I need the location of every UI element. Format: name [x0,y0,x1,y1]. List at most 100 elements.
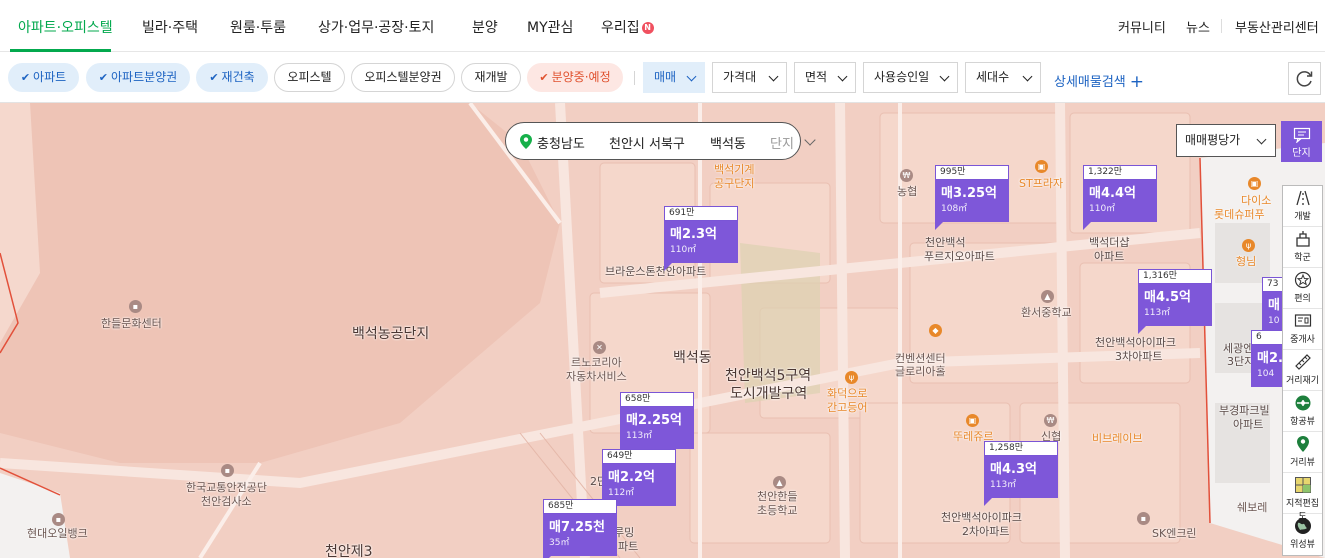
nav-community[interactable]: 커뮤니티 [1118,17,1166,36]
dropdown-label: 매매 [654,70,677,84]
location-selector[interactable]: 충청남도 천안시 서북구 백석동 단지 [505,122,816,160]
location-complex[interactable]: 단지 [770,133,794,152]
nav-oneroom-tworoom[interactable]: 원룸·투룸 [230,17,286,37]
marker-area: 108㎡ [941,204,968,214]
filter-chip-apartment[interactable]: ✔ 아파트 [8,63,79,92]
price-marker[interactable]: 685만 매7.25천 35㎡ [543,499,617,558]
dropdown-area[interactable]: 면적 [794,62,856,93]
marker-area: 110㎡ [1089,204,1116,214]
tool-label: 항공뷰 [1290,417,1315,427]
dropdown-price-range[interactable]: 가격대 [712,62,787,93]
tool-distance[interactable]: 거리재기 [1283,350,1322,391]
new-badge: N [641,22,654,34]
chevron-down-icon [1256,134,1267,145]
map-label-lotte-super: 롯데슈퍼푸 [1214,208,1265,221]
dropdown-households[interactable]: 세대수 [965,62,1041,93]
price-marker[interactable]: 995만 매3.25억 108㎡ [935,165,1009,230]
tool-agent[interactable]: 중개사 [1283,309,1322,350]
chip-label: 재개발 [474,70,508,84]
nav-commercial-land[interactable]: 상가·업무·공장·토지 [318,17,434,37]
filter-chip-officetel[interactable]: 오피스텔 [274,63,345,92]
tool-cadastral-map[interactable]: 지적편집도 [1283,473,1322,522]
map-label-renocorea-1: 르노코리아 [571,356,622,369]
price-type-dropdown[interactable]: 매매평당가 [1176,124,1276,157]
gas-station-icon: ▪ [1137,512,1150,525]
complex-toggle-button[interactable]: 단지 [1281,121,1322,162]
nav-presale[interactable]: 분양 [472,17,498,37]
tool-label: 거리재기 [1285,376,1320,386]
marker-area: 113㎡ [990,480,1017,490]
map-label-hanteul-school-1: 천안한들 [757,490,798,503]
map-label-redev-1: 천안백석5구역 [725,368,812,384]
tool-label: 편의 [1294,294,1311,304]
price-marker[interactable]: 649만 매2.2억 112㎡ [602,449,676,514]
complex-toggle-label: 단지 [1292,148,1311,159]
map-label-rooming-1: 루밍 [614,526,635,539]
map-label-brownstone: 브라운스톤천안아파트 [605,265,707,278]
marker-price-per-pyeong: 995만 [935,165,1009,180]
nav-apartment-officetel[interactable]: 아파트·오피스텔 [18,17,113,37]
school-icon: ▲ [773,476,786,489]
map-view[interactable]: 충청남도 천안시 서북구 백석동 단지 한들문화센터 ▪ 백석농공단지 백석동 … [0,103,1325,558]
map-label-nonghyup: 농협 [897,185,918,198]
nav-news[interactable]: 뉴스 [1186,17,1210,36]
nav-villa-house[interactable]: 빌라·주택 [142,17,198,37]
dropdown-approval-date[interactable]: 사용승인일 [863,62,958,93]
map-label-convention-2: 글로리아홀 [895,365,946,378]
tool-satellite-view[interactable]: 위성뷰 [1283,514,1322,555]
marker-price-per-pyeong: 649만 [602,449,676,464]
map-tool-column: 개발 학군 편의 중개사 거리재기 항공뷰 거리뷰 지적편집도 위성뷰 [1282,185,1323,556]
tool-label: 학군 [1294,253,1311,263]
map-label-rooming-2: 파트 [618,540,639,553]
marker-pointer [1083,222,1091,230]
map-label-ipark2-1: 천안백석아이파크 [941,511,1022,524]
price-marker[interactable]: 1,316만 매4.5억 113㎡ [1138,269,1212,334]
restaurant-icon: ψ [1242,239,1255,252]
location-dong[interactable]: 백석동 [710,133,746,152]
refresh-button[interactable] [1288,62,1321,95]
map-label-tool-complex-1: 백석기계 [714,163,755,176]
nav-realestate-center[interactable]: 부동산관리센터 [1235,17,1319,36]
refresh-icon [1296,71,1313,87]
street-pin-icon [1296,436,1309,452]
price-type-label: 매매평당가 [1185,133,1241,147]
map-label-chevrolet: 쉐보레 [1237,501,1268,514]
marker-price: 매4.3억 [990,462,1037,477]
price-marker-partial[interactable]: 6 매2. 104 [1251,330,1284,387]
advanced-search-label: 상세매물검색 [1054,75,1126,90]
nav-my-home[interactable]: 우리집 N [601,17,654,37]
tool-street-view[interactable]: 거리뷰 [1283,432,1322,473]
tool-school-district[interactable]: 학군 [1283,227,1322,268]
map-label-hyeongnim: 형님 [1236,255,1257,268]
price-marker[interactable]: 1,322만 매4.4억 110㎡ [1083,165,1157,230]
location-province[interactable]: 충청남도 [537,133,585,152]
tool-aerial-view[interactable]: 항공뷰 [1283,391,1322,432]
dropdown-trade-type[interactable]: 매매 [643,62,705,93]
marker-price: 매2.25억 [626,413,682,428]
check-icon: ✔ [98,71,108,84]
filter-chip-reconstruction[interactable]: ✔ 재건축 [196,63,268,92]
price-marker-partial[interactable]: 73 매 10 [1262,277,1284,334]
chevron-down-icon [1022,71,1033,82]
price-marker[interactable]: 658만 매2.25억 113㎡ [620,392,694,457]
filter-chip-apartment-presale-right[interactable]: ✔ 아파트분양권 [86,63,190,92]
nav-my-interest[interactable]: MY관심 [527,17,573,37]
globe-icon [1294,518,1311,534]
filter-chip-presale-upcoming[interactable]: ✔ 분양중·예정 [527,63,623,92]
tool-convenience[interactable]: 편의 [1283,268,1322,309]
check-icon: ✔ [20,71,31,84]
marker-area: 113㎡ [626,431,653,441]
tool-development[interactable]: 개발 [1283,186,1322,227]
marker-price-per-pyeong: 1,316만 [1138,269,1212,284]
advanced-search-link[interactable]: 상세매물검색 + [1054,71,1144,92]
filter-chip-redevelopment[interactable]: 재개발 [461,63,521,92]
price-marker[interactable]: 1,258만 매4.3억 113㎡ [984,441,1058,506]
marker-price: 매7.25천 [549,520,605,535]
map-label-saegwang-1: 세광엔 [1223,342,1254,355]
tool-label: 개발 [1294,212,1311,222]
location-city[interactable]: 천안시 서북구 [609,133,685,152]
price-marker[interactable]: 691만 매2.3억 110㎡ [664,206,738,271]
filter-chip-officetel-presale-right[interactable]: 오피스텔분양권 [351,63,455,92]
chevron-down-icon [837,71,848,82]
map-label-baekseok-farm: 백석농공단지 [352,326,430,342]
